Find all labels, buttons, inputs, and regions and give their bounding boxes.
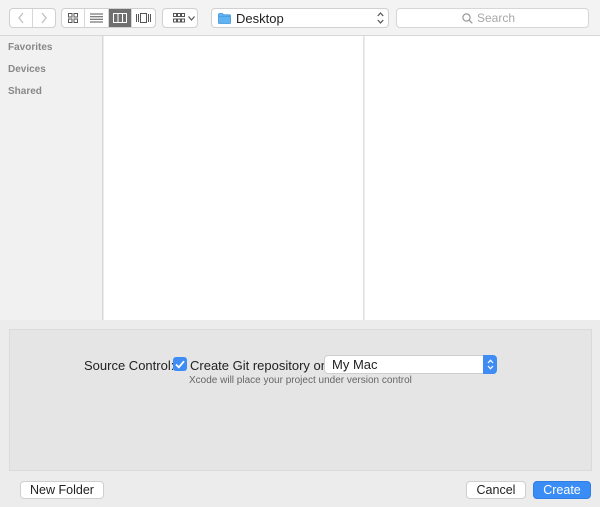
source-control-label: Source Control: <box>84 358 175 373</box>
coverflow-view-icon <box>135 13 151 23</box>
back-button[interactable] <box>10 9 33 27</box>
updown-arrows-icon <box>487 359 493 370</box>
sidebar-section-favorites[interactable]: Favorites <box>0 37 102 59</box>
view-mode-selector <box>61 8 156 28</box>
sidebar: Favorites Devices Shared <box>0 36 103 320</box>
sidebar-section-devices[interactable]: Devices <box>0 59 102 81</box>
repository-location-popup[interactable]: My Mac <box>324 355 497 374</box>
icon-view-button[interactable] <box>62 9 86 27</box>
coverflow-view-button[interactable] <box>132 9 155 27</box>
create-button[interactable]: Create <box>533 481 591 499</box>
search-icon <box>462 12 473 24</box>
list-view-icon <box>89 13 103 23</box>
chevron-right-icon <box>41 12 47 24</box>
source-control-panel: Source Control: Create Git repository on… <box>9 329 592 471</box>
folder-icon <box>218 12 231 24</box>
search-field[interactable] <box>396 8 589 28</box>
browser-column-1[interactable] <box>104 36 364 320</box>
navigation-buttons <box>9 8 56 28</box>
arrange-button[interactable] <box>162 8 198 28</box>
icon-view-icon <box>68 13 79 23</box>
popup-arrows <box>483 355 497 374</box>
location-label: Desktop <box>236 10 284 26</box>
sidebar-section-shared[interactable]: Shared <box>0 81 102 103</box>
arrange-grid-icon <box>172 13 185 23</box>
create-git-label[interactable]: Create Git repository on <box>190 358 328 373</box>
column-view-button[interactable] <box>108 9 132 27</box>
updown-arrows-icon <box>377 12 384 24</box>
checkmark-icon <box>175 360 185 369</box>
chevron-left-icon <box>17 12 24 24</box>
new-folder-button[interactable]: New Folder <box>20 481 104 499</box>
cancel-button[interactable]: Cancel <box>466 481 526 499</box>
create-git-checkbox[interactable] <box>173 357 187 371</box>
column-view-icon <box>112 13 127 23</box>
search-input[interactable] <box>473 11 523 25</box>
forward-button[interactable] <box>33 9 55 27</box>
arrange-content <box>166 9 195 27</box>
location-popup[interactable]: Desktop <box>211 8 389 28</box>
toolbar: Desktop <box>0 0 600 36</box>
browser-column-2[interactable] <box>365 36 600 320</box>
list-view-button[interactable] <box>85 9 109 27</box>
chevron-down-icon <box>187 15 195 21</box>
repository-location-value: My Mac <box>332 357 378 372</box>
source-control-hint: Xcode will place your project under vers… <box>189 375 412 386</box>
